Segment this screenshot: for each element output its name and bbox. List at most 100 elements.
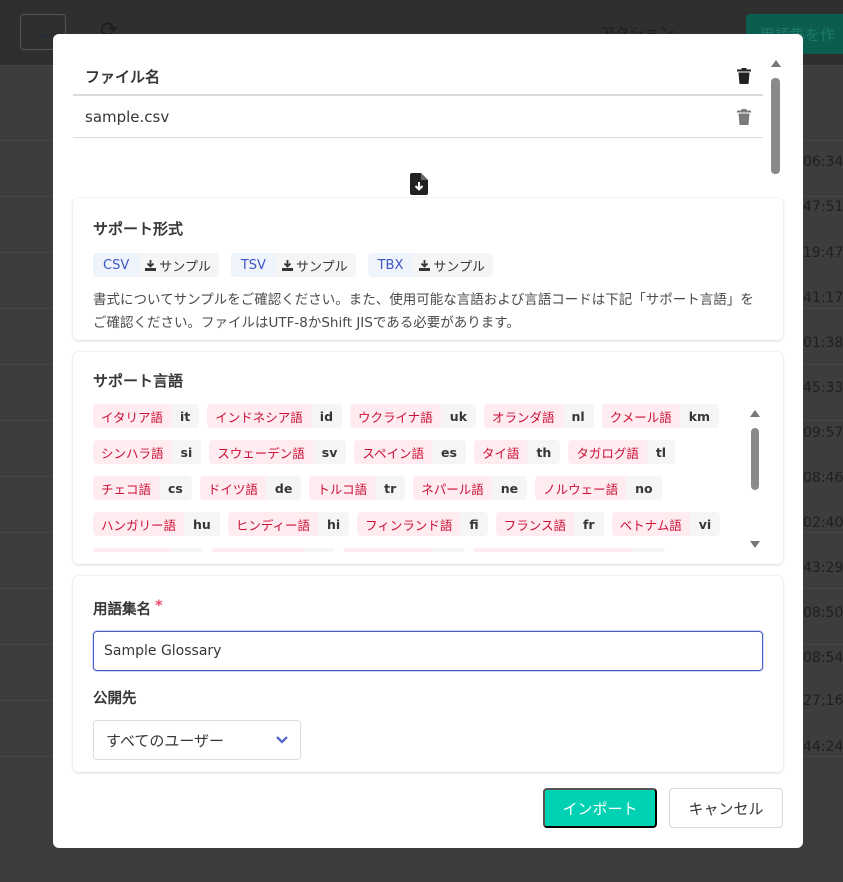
language-tag: フランス語 fr [495,512,604,536]
language-code: si [171,440,202,464]
language-name: チェコ語 [93,476,160,500]
visibility-select-value: すべてのユーザー [106,731,225,750]
language-tag: タイ語 th [473,440,561,464]
language-code: ne [491,476,528,500]
language-code: es [432,440,466,464]
language-code: vi [689,512,721,536]
language-tag: ネパール語 ne [413,476,528,500]
language-tag: クメール語 km [601,404,720,428]
language-tag: スペイン語 es [354,440,466,464]
background-timestamp: 08:54 [803,650,843,666]
download-icon [419,259,431,271]
language-list-scrollarea[interactable]: イタリア語 it インドネシア語 id ウクライナ語 uk オランダ語 nl クメール語 km シン… [93,404,743,552]
language-tag: スウェーデン語 sv [209,440,347,464]
language-tag: ヒンディー語 hi [227,512,350,536]
file-download-icon[interactable] [410,173,428,195]
trash-icon[interactable] [737,108,751,125]
format-tag: TSV サンプル [230,253,356,277]
background-timestamp: 09:57 [803,425,843,441]
supported-languages-card: サポート言語 イタリア語 it インドネシア語 id ウクライナ語 uk オランダ語 nl クメ… [73,352,783,564]
language-tag: トルコ語 tr [309,476,406,500]
language-tag: ノルウェー語 no [535,476,662,500]
format-tag: TBX サンプル [367,253,493,277]
format-note: 書式についてサンプルをご確認ください。また、使用可能な言語および言語コードは下記… [93,292,754,331]
language-name: トルコ語 [309,476,376,500]
download-icon [281,259,293,271]
language-code: id [310,404,343,428]
file-table-header: ファイル名 [73,58,763,96]
language-tag: ドイツ語 de [199,476,302,500]
background-timestamp: 44:24 [803,739,843,755]
import-glossary-modal: ファイル名 sample.csv サポート形式 CSV サンプル TSV サンプ… [53,34,803,848]
supported-languages-title: サポート言語 [93,372,184,390]
background-timestamp: 08:46 [803,470,843,486]
sample-download-link[interactable]: サンプル [275,253,356,277]
language-name: ベトナム語 [611,512,690,536]
language-tag: チェコ語 cs [93,476,192,500]
cancel-button[interactable]: キャンセル [669,788,783,828]
language-tag: オランダ語 nl [484,404,594,428]
language-tag-partial [473,548,665,552]
sample-download-link[interactable]: サンプル [139,253,219,277]
language-tag-partial [343,548,465,552]
visibility-select[interactable]: すべてのユーザー [93,720,301,760]
import-button[interactable]: インポート [543,788,657,828]
sample-label: サンプル [159,259,211,275]
sample-label: サンプル [433,259,485,275]
trash-icon[interactable] [737,68,751,84]
background-timestamp: 06:34 [803,154,843,170]
language-code: fr [573,512,604,536]
scrollbar-thumb[interactable] [771,78,780,174]
language-tag: フィンランド語 fi [357,512,488,536]
language-tag: タガログ語 tl [568,440,676,464]
language-name: ウクライナ語 [350,404,441,428]
file-row: sample.csv [73,96,763,138]
supported-formats-card: サポート形式 CSV サンプル TSV サンプル TBX サンプル 書式についてサンプルを… [73,198,783,340]
background-timestamp: 43:29 [803,560,843,576]
language-code: km [679,404,720,428]
language-tag: ベトナム語 vi [611,512,721,536]
file-name-column-header: ファイル名 [85,67,161,86]
language-code: no [626,476,662,500]
supported-formats-title: サポート形式 [93,220,184,238]
language-name: イタリア語 [93,404,172,428]
background-timestamp: 45:33 [803,380,843,396]
language-code: it [171,404,200,428]
language-code: hi [317,512,350,536]
scroll-down-icon[interactable] [750,541,760,548]
modal-scrollbar[interactable] [770,60,782,176]
language-code: tr [375,476,406,500]
chevron-down-icon: ⌄ [36,22,50,42]
language-name: フランス語 [495,512,574,536]
language-code: cs [159,476,192,500]
language-name: クメール語 [601,404,680,428]
language-code: sv [312,440,347,464]
scroll-up-icon[interactable] [771,60,781,67]
background-timestamp: 47:51 [803,199,843,215]
language-name: スウェーデン語 [209,440,313,464]
language-name: ハンガリー語 [93,512,185,536]
glossary-name-input[interactable] [93,631,763,671]
language-name: オランダ語 [484,404,563,428]
language-name: インドネシア語 [207,404,311,428]
language-tag: イタリア語 it [93,404,200,428]
format-name: CSV [93,253,140,277]
scrollbar-thumb[interactable] [751,428,759,490]
language-name: ドイツ語 [199,476,266,500]
language-code: de [265,476,302,500]
language-name: シンハラ語 [93,440,172,464]
language-list-scrollbar[interactable] [749,410,761,548]
glossary-form-card: 用語集名 * 公開先 すべてのユーザー [73,576,783,772]
language-tag-partial [93,548,203,552]
required-mark: * [155,598,163,614]
language-name: ヒンディー語 [227,512,318,536]
scroll-up-icon[interactable] [750,410,760,417]
language-tag: シンハラ語 si [93,440,202,464]
sample-download-link[interactable]: サンプル [413,253,493,277]
chevron-down-icon [276,736,288,744]
language-name: フィンランド語 [357,512,461,536]
language-tag: インドネシア語 id [207,404,343,428]
language-code: hu [184,512,220,536]
language-name: スペイン語 [354,440,432,464]
background-timestamp: 08:50 [803,605,843,621]
